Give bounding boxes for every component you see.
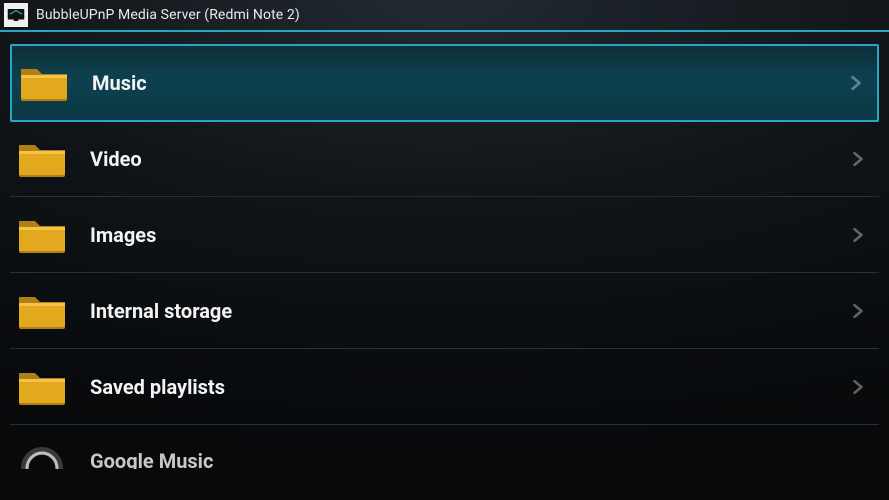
list-item-video[interactable]: Video <box>10 121 879 197</box>
list-item-label: Saved playlists <box>90 375 829 399</box>
list-item-label: Google Music <box>90 435 829 469</box>
list-item-internal-storage[interactable]: Internal storage <box>10 273 879 349</box>
list-item-label: Music <box>92 71 827 95</box>
folder-icon <box>16 361 68 413</box>
headphones-icon <box>16 435 68 469</box>
folder-icon <box>16 285 68 337</box>
app-icon <box>4 3 28 27</box>
page-title: BubbleUPnP Media Server (Redmi Note 2) <box>36 7 300 23</box>
list-item-music[interactable]: Music <box>10 44 879 122</box>
list-item-saved-playlists[interactable]: Saved playlists <box>10 349 879 425</box>
folder-icon <box>16 133 68 185</box>
chevron-right-icon <box>851 228 865 242</box>
chevron-right-icon <box>851 380 865 394</box>
list-item-google-music[interactable]: Google Music <box>10 425 879 469</box>
media-list: Music Video Images <box>0 32 889 500</box>
list-item-images[interactable]: Images <box>10 197 879 273</box>
list-item-label: Internal storage <box>90 299 829 323</box>
folder-icon <box>16 209 68 261</box>
chevron-right-icon <box>851 152 865 166</box>
chevron-right-icon <box>849 76 863 90</box>
folder-icon <box>18 57 70 109</box>
chevron-right-icon <box>851 304 865 318</box>
titlebar: BubbleUPnP Media Server (Redmi Note 2) <box>0 0 889 32</box>
list-item-label: Images <box>90 223 829 247</box>
list-item-label: Video <box>90 147 829 171</box>
